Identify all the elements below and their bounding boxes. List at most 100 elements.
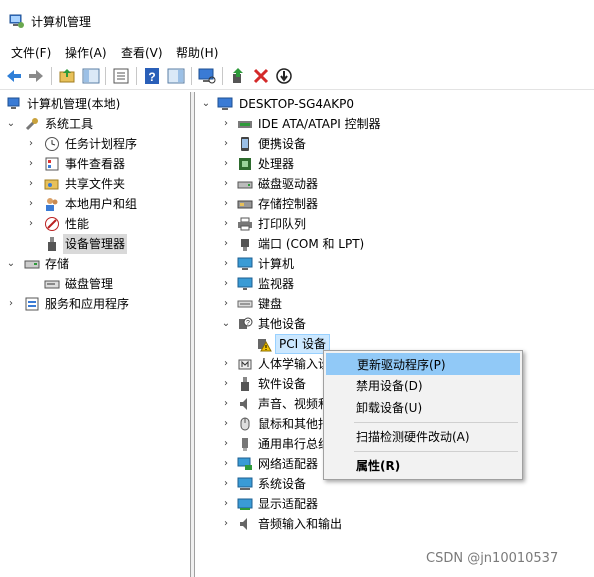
menu-update-driver[interactable]: 更新驱动程序(P) — [326, 353, 520, 375]
chevron-right-icon[interactable]: › — [26, 194, 36, 214]
watermark: CSDN @jn10010537 — [426, 551, 559, 566]
chevron-right-icon[interactable]: › — [221, 474, 231, 494]
tree-shared-folders[interactable]: › 共享文件夹 — [0, 174, 190, 194]
port-icon — [241, 239, 249, 251]
chevron-down-icon[interactable]: ⌄ — [6, 254, 16, 274]
chevron-right-icon[interactable]: › — [221, 514, 231, 534]
chevron-right-icon[interactable]: › — [221, 374, 231, 394]
speaker-icon — [240, 398, 247, 410]
device-category-disk-drives[interactable]: › 磁盘驱动器 — [195, 174, 594, 194]
menu-action[interactable]: 操作(A) — [63, 43, 109, 62]
portable-device-icon — [241, 137, 249, 151]
chevron-right-icon[interactable]: › — [221, 214, 231, 234]
chevron-right-icon[interactable]: › — [221, 354, 231, 374]
chevron-right-icon[interactable]: › — [221, 274, 231, 294]
chevron-right-icon[interactable]: › — [221, 494, 231, 514]
tree-local-users[interactable]: › 本地用户和组 — [0, 194, 190, 214]
device-category-display[interactable]: › 显示适配器 — [195, 494, 594, 514]
menu-scan-hardware[interactable]: 扫描检测硬件改动(A) — [326, 426, 520, 448]
svg-text:?: ? — [148, 70, 155, 84]
display-adapter-icon — [237, 498, 253, 510]
menu-file[interactable]: 文件(F) — [9, 43, 53, 62]
chevron-right-icon[interactable]: › — [221, 234, 231, 254]
chevron-right-icon[interactable]: › — [221, 174, 231, 194]
chevron-right-icon[interactable]: › — [26, 214, 36, 234]
disk-drive-icon — [237, 181, 253, 189]
chevron-right-icon[interactable]: › — [221, 194, 231, 214]
chevron-right-icon[interactable]: › — [221, 294, 231, 314]
warning-device-icon — [258, 339, 272, 352]
disable-device-icon[interactable] — [274, 66, 294, 86]
device-category-processor[interactable]: › 处理器 — [195, 154, 594, 174]
tree-root[interactable]: 计算机管理(本地) — [0, 94, 190, 114]
chevron-right-icon[interactable]: › — [221, 154, 231, 174]
chevron-right-icon[interactable]: › — [26, 174, 36, 194]
services-icon — [25, 297, 39, 311]
toolbar: ? — [0, 62, 594, 90]
uninstall-device-icon[interactable] — [251, 66, 271, 86]
device-category-computer[interactable]: › 计算机 — [195, 254, 594, 274]
tree-system-tools[interactable]: ⌄ 系统工具 — [0, 114, 190, 134]
performance-icon — [45, 217, 59, 231]
window-title: 计算机管理 — [31, 15, 92, 29]
properties-icon[interactable] — [111, 66, 131, 86]
device-tree-root[interactable]: ⌄ DESKTOP-SG4AKP0 — [195, 94, 594, 114]
menu-help[interactable]: 帮助(H) — [174, 43, 220, 62]
update-driver-icon[interactable] — [228, 66, 248, 86]
disk-icon — [44, 280, 60, 289]
device-category-print-queues[interactable]: › 打印队列 — [195, 214, 594, 234]
navigation-tree: 计算机管理(本地) ⌄ 系统工具 › 任务计划程序 › 事件查看器 › 共享文件… — [0, 92, 190, 577]
device-category-keyboard[interactable]: › 键盘 — [195, 294, 594, 314]
shared-folder-icon — [44, 179, 59, 190]
chevron-down-icon[interactable]: ⌄ — [221, 314, 231, 334]
device-category-storage-controllers[interactable]: › 存储控制器 — [195, 194, 594, 214]
help-icon[interactable]: ? — [142, 66, 162, 86]
tree-event-viewer[interactable]: › 事件查看器 — [0, 154, 190, 174]
menu-uninstall-device[interactable]: 卸载设备(U) — [326, 397, 520, 419]
menu-view[interactable]: 查看(V) — [119, 43, 165, 62]
chevron-right-icon[interactable]: › — [6, 294, 16, 314]
menu-properties[interactable]: 属性(R) — [326, 455, 520, 477]
tree-storage[interactable]: ⌄ 存储 — [0, 254, 190, 274]
tree-performance[interactable]: › 性能 — [0, 214, 190, 234]
up-folder-icon[interactable] — [57, 66, 77, 86]
chevron-right-icon[interactable]: › — [221, 454, 231, 474]
device-category-ide[interactable]: › IDE ATA/ATAPI 控制器 — [195, 114, 594, 134]
scan-hardware-icon[interactable] — [197, 66, 217, 86]
hid-icon — [238, 359, 252, 370]
chevron-right-icon[interactable]: › — [26, 154, 36, 174]
forward-arrow-icon[interactable] — [26, 66, 46, 86]
chevron-right-icon[interactable]: › — [221, 254, 231, 274]
usb-icon — [242, 438, 248, 451]
menu-disable-device[interactable]: 禁用设备(D) — [326, 375, 520, 397]
chevron-down-icon[interactable]: ⌄ — [201, 94, 211, 114]
chevron-right-icon[interactable]: › — [221, 414, 231, 434]
unknown-device-icon: ? — [239, 317, 253, 329]
chevron-down-icon[interactable]: ⌄ — [6, 114, 16, 134]
computer-icon — [237, 257, 253, 270]
device-category-monitors[interactable]: › 监视器 — [195, 274, 594, 294]
device-category-portable[interactable]: › 便携设备 — [195, 134, 594, 154]
device-category-other-devices[interactable]: ⌄ ? 其他设备 — [195, 314, 594, 334]
tree-task-scheduler[interactable]: › 任务计划程序 — [0, 134, 190, 154]
chevron-right-icon[interactable]: › — [26, 134, 36, 154]
show-action-pane-icon[interactable] — [166, 66, 186, 86]
device-category-ports[interactable]: › 端口 (COM 和 LPT) — [195, 234, 594, 254]
chevron-right-icon[interactable]: › — [221, 134, 231, 154]
audio-io-icon — [240, 518, 247, 530]
printer-icon — [238, 217, 252, 231]
back-arrow-icon[interactable] — [4, 66, 24, 86]
monitor-icon — [237, 277, 253, 290]
tree-services-apps[interactable]: › 服务和应用程序 — [0, 294, 190, 314]
device-category-audio-io[interactable]: › 音频输入和输出 — [195, 514, 594, 534]
context-menu: 更新驱动程序(P) 禁用设备(D) 卸载设备(U) 扫描检测硬件改动(A) 属性… — [323, 350, 523, 480]
chevron-right-icon[interactable]: › — [221, 394, 231, 414]
processor-icon — [239, 158, 251, 170]
clock-icon — [45, 137, 59, 151]
chevron-right-icon[interactable]: › — [221, 114, 231, 134]
show-hide-tree-icon[interactable] — [81, 66, 101, 86]
computer-icon — [217, 97, 233, 110]
tree-device-manager[interactable]: 设备管理器 — [0, 234, 190, 254]
chevron-right-icon[interactable]: › — [221, 434, 231, 454]
tree-disk-management[interactable]: 磁盘管理 — [0, 274, 190, 294]
